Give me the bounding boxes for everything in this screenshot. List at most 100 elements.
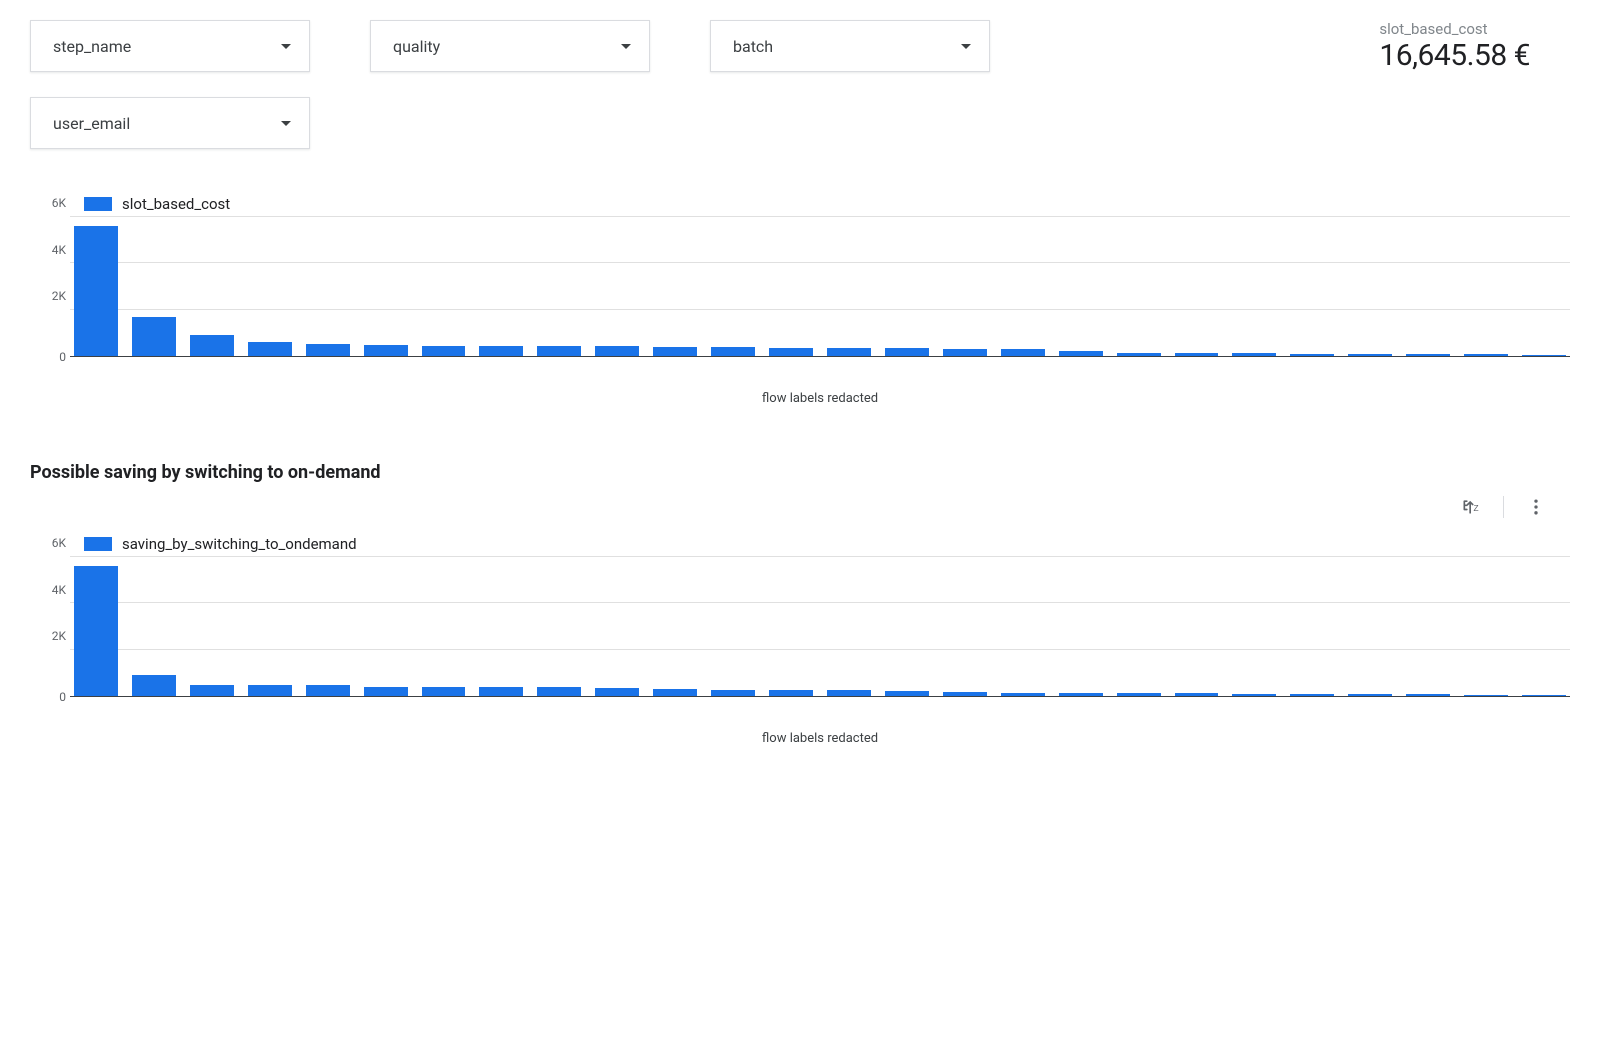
bar[interactable] — [190, 685, 234, 696]
bar[interactable] — [711, 690, 755, 696]
y-tick: 6K — [34, 536, 66, 550]
bar[interactable] — [653, 689, 697, 696]
y-tick: 4K — [34, 583, 66, 597]
bar[interactable] — [1290, 694, 1334, 696]
filter-quality-label: quality — [393, 37, 440, 56]
filter-step-name-label: step_name — [53, 37, 131, 56]
bar[interactable] — [1348, 354, 1392, 356]
bar[interactable] — [827, 690, 871, 696]
bar[interactable] — [537, 687, 581, 696]
bar[interactable] — [306, 685, 350, 696]
bar[interactable] — [595, 688, 639, 696]
sort-az-icon[interactable]: Z — [1461, 497, 1481, 517]
bar[interactable] — [422, 687, 466, 696]
legend-swatch-icon — [84, 537, 112, 551]
bar[interactable] — [132, 675, 176, 696]
bar[interactable] — [943, 349, 987, 356]
caret-down-icon — [281, 121, 291, 126]
bar[interactable] — [885, 348, 929, 356]
bar[interactable] — [479, 346, 523, 356]
bar[interactable] — [943, 692, 987, 696]
bar[interactable] — [1232, 353, 1276, 356]
scorecard-slot-based-cost: slot_based_cost 16,645.58 € — [1379, 20, 1570, 73]
bar[interactable] — [1059, 351, 1103, 356]
chart1-plot-area: 0 2K 4K 6K — [70, 217, 1570, 357]
bar[interactable] — [769, 348, 813, 356]
filter-batch[interactable]: batch — [710, 20, 990, 72]
filter-row-2: user_email — [30, 97, 1570, 149]
bar[interactable] — [364, 687, 408, 696]
bar[interactable] — [1464, 695, 1508, 697]
chart2-plot[interactable] — [70, 557, 1570, 697]
more-vert-icon[interactable] — [1526, 497, 1546, 517]
bar[interactable] — [306, 344, 350, 356]
y-tick: 2K — [34, 629, 66, 643]
bar[interactable] — [1290, 354, 1334, 356]
bar[interactable] — [1001, 693, 1045, 696]
chart2-plot-area: 0 2K 4K 6K — [70, 557, 1570, 697]
y-tick: 6K — [34, 196, 66, 210]
bar[interactable] — [479, 687, 523, 696]
y-tick: 0 — [34, 690, 66, 704]
caret-down-icon — [621, 44, 631, 49]
bar[interactable] — [248, 685, 292, 696]
bar[interactable] — [1117, 693, 1161, 696]
bar[interactable] — [1522, 355, 1566, 356]
chart1-legend-label: slot_based_cost — [122, 195, 230, 213]
bar[interactable] — [1175, 353, 1219, 356]
caret-down-icon — [961, 44, 971, 49]
scorecard-label: slot_based_cost — [1379, 20, 1530, 38]
bar[interactable] — [74, 566, 118, 696]
chart-saving-ondemand: saving_by_switching_to_ondemand 0 2K 4K … — [30, 535, 1570, 746]
bar[interactable] — [711, 347, 755, 356]
bar[interactable] — [1001, 349, 1045, 356]
filter-user-email[interactable]: user_email — [30, 97, 310, 149]
caret-down-icon — [281, 44, 291, 49]
chart-slot-based-cost: slot_based_cost 0 2K 4K 6K flow labels r… — [30, 195, 1570, 406]
bar[interactable] — [74, 226, 118, 356]
legend-swatch-icon — [84, 197, 112, 211]
chart2-x-caption: flow labels redacted — [70, 731, 1570, 746]
chart1-y-axis: 0 2K 4K 6K — [34, 217, 66, 357]
bar[interactable] — [653, 347, 697, 356]
y-tick: 4K — [34, 243, 66, 257]
bar[interactable] — [1175, 693, 1219, 696]
bar[interactable] — [595, 346, 639, 356]
bar[interactable] — [1406, 354, 1450, 356]
chart1-plot[interactable] — [70, 217, 1570, 357]
chart2-toolbar: Z — [30, 489, 1570, 525]
bar[interactable] — [827, 348, 871, 356]
toolbar-separator — [1503, 496, 1504, 518]
bar[interactable] — [537, 346, 581, 356]
bar[interactable] — [1232, 694, 1276, 696]
bar[interactable] — [1522, 695, 1566, 696]
chart2-legend-label: saving_by_switching_to_ondemand — [122, 535, 357, 553]
top-controls-row: step_name quality batch slot_based_cost … — [30, 20, 1570, 73]
bar[interactable] — [248, 342, 292, 356]
bar[interactable] — [1406, 694, 1450, 696]
scorecard-value: 16,645.58 € — [1379, 38, 1530, 73]
bar[interactable] — [885, 691, 929, 696]
bar[interactable] — [422, 346, 466, 356]
chart1-x-caption: flow labels redacted — [70, 391, 1570, 406]
chart2-y-axis: 0 2K 4K 6K — [34, 557, 66, 697]
bar[interactable] — [769, 690, 813, 696]
bar[interactable] — [1117, 353, 1161, 356]
y-tick: 0 — [34, 350, 66, 364]
filter-quality[interactable]: quality — [370, 20, 650, 72]
bar[interactable] — [364, 345, 408, 356]
filter-step-name[interactable]: step_name — [30, 20, 310, 72]
svg-text:Z: Z — [1474, 503, 1479, 513]
bar[interactable] — [1348, 694, 1392, 696]
bar[interactable] — [1464, 354, 1508, 356]
chart1-bars — [70, 217, 1570, 356]
filter-row-1: step_name quality batch — [30, 20, 990, 72]
bar[interactable] — [190, 335, 234, 356]
y-tick: 2K — [34, 289, 66, 303]
chart2-legend: saving_by_switching_to_ondemand — [84, 535, 1570, 553]
bar[interactable] — [1059, 693, 1103, 696]
filter-batch-label: batch — [733, 37, 773, 56]
bar[interactable] — [132, 317, 176, 356]
chart2-bars — [70, 557, 1570, 696]
section-heading-savings: Possible saving by switching to on-deman… — [30, 462, 1570, 483]
